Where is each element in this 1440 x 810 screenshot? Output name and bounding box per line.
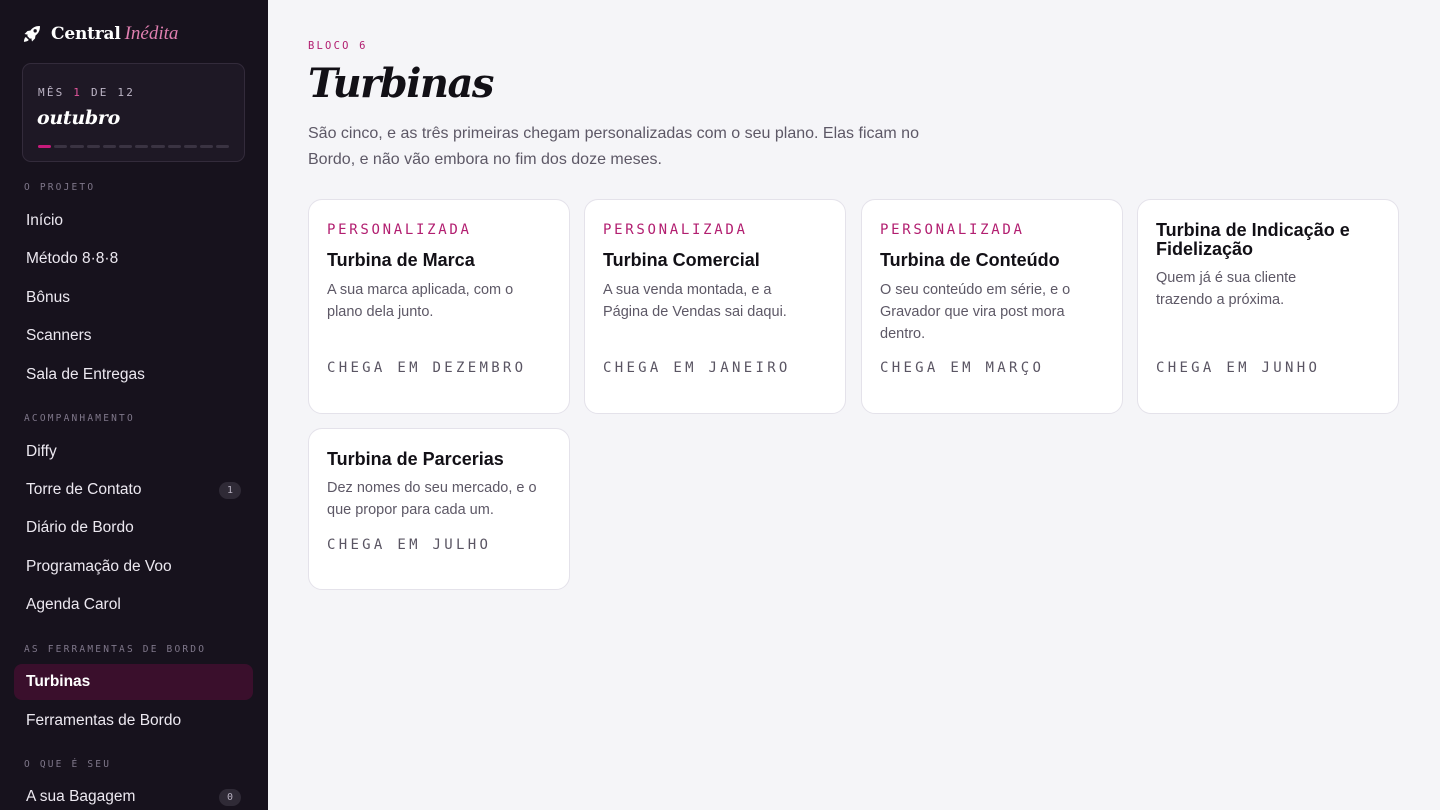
nav-section-acompanhamento: ACOMPANHAMENTO bbox=[24, 413, 135, 424]
nav-item-diario-de-bordo[interactable]: Diário de Bordo bbox=[14, 510, 253, 546]
personalized-tag: PERSONALIZADA bbox=[327, 222, 472, 238]
month-label: MÊS 1 DE 12 bbox=[38, 86, 136, 99]
turbine-card-comercial[interactable]: PERSONALIZADA Turbina Comercial A sua ve… bbox=[584, 199, 846, 414]
progress-segment bbox=[167, 145, 181, 148]
nav-section-ferramentas: AS FERRAMENTAS DE BORDO bbox=[24, 644, 207, 655]
nav-item-agenda-carol[interactable]: Agenda Carol bbox=[14, 587, 253, 623]
arrival-date: CHEGA EM JANEIRO bbox=[603, 360, 791, 376]
card-description: A sua venda montada, e a Página de Venda… bbox=[603, 282, 787, 320]
month-card: MÊS 1 DE 12 outubro bbox=[22, 63, 245, 162]
brand-name: Central bbox=[51, 24, 121, 44]
arrival-date: CHEGA EM JUNHO bbox=[1156, 360, 1321, 376]
progress-segment bbox=[102, 145, 116, 148]
nav-item-bonus[interactable]: Bônus bbox=[14, 280, 253, 316]
nav-item-diffy[interactable]: Diffy bbox=[14, 434, 253, 470]
progress-segment bbox=[135, 145, 149, 148]
progress-segment bbox=[216, 145, 230, 148]
personalized-tag: PERSONALIZADA bbox=[603, 222, 748, 238]
turbine-card-conteudo[interactable]: PERSONALIZADA Turbina de Conteúdo O seu … bbox=[861, 199, 1123, 414]
nav-section-o-que-e-seu: O QUE É SEU bbox=[24, 759, 112, 770]
nav-item-a-sua-bagagem[interactable]: A sua Bagagem 0 bbox=[14, 779, 253, 810]
arrival-date: CHEGA EM DEZEMBRO bbox=[327, 360, 527, 376]
nav-item-metodo-888[interactable]: Método 8·8·8 bbox=[14, 241, 253, 277]
nav-section-o-projeto: O PROJETO bbox=[24, 182, 96, 193]
card-title: Turbina de Indicação e Fidelização bbox=[1156, 220, 1350, 259]
progress-segment bbox=[151, 145, 165, 148]
card-title: Turbina de Parcerias bbox=[327, 449, 504, 469]
notification-badge: 1 bbox=[219, 482, 241, 499]
progress-segment bbox=[38, 145, 52, 148]
page-description: São cinco, e as três primeiras chegam pe… bbox=[308, 125, 919, 168]
card-description: A sua marca aplicada, com o plano dela j… bbox=[327, 282, 514, 320]
progress-segment bbox=[54, 145, 68, 148]
progress-segment bbox=[86, 145, 100, 148]
arrival-date: CHEGA EM JULHO bbox=[327, 537, 492, 553]
turbine-card-marca[interactable]: PERSONALIZADA Turbina de Marca A sua mar… bbox=[308, 199, 570, 414]
nav-item-programacao-de-voo[interactable]: Programação de Voo bbox=[14, 549, 253, 585]
nav-item-torre-de-contato[interactable]: Torre de Contato 1 bbox=[14, 472, 253, 508]
personalized-tag: PERSONALIZADA bbox=[880, 222, 1025, 238]
progress-segment bbox=[70, 145, 84, 148]
card-description: O seu conteúdo em série, e o Gravador qu… bbox=[880, 282, 1071, 342]
progress-segment bbox=[118, 145, 133, 148]
rocket-icon bbox=[23, 26, 40, 42]
nav-item-turbinas[interactable]: Turbinas bbox=[14, 664, 253, 700]
nav-item-sala-de-entregas[interactable]: Sala de Entregas bbox=[14, 357, 253, 393]
progress-segment bbox=[199, 145, 214, 148]
card-title: Turbina de Conteúdo bbox=[880, 250, 1060, 270]
main-content: BLOCO 6 Turbinas São cinco, e as três pr… bbox=[268, 0, 1440, 810]
progress-segment bbox=[183, 145, 197, 148]
card-description: Dez nomes do seu mercado, e o que propor… bbox=[327, 480, 537, 518]
brand-logo[interactable]: Central Inédita bbox=[22, 22, 178, 46]
page-eyebrow: BLOCO 6 bbox=[308, 40, 368, 52]
nav-item-scanners[interactable]: Scanners bbox=[14, 318, 253, 354]
nav-item-ferramentas-de-bordo[interactable]: Ferramentas de Bordo bbox=[14, 703, 253, 739]
card-title: Turbina Comercial bbox=[603, 250, 760, 270]
nav-item-inicio[interactable]: Início bbox=[14, 203, 253, 239]
count-badge: 0 bbox=[219, 789, 241, 806]
month-progress-bar bbox=[38, 145, 230, 148]
month-current: 1 bbox=[73, 86, 83, 99]
brand-accent: Inédita bbox=[124, 23, 179, 44]
card-description: Quem já é sua cliente trazendo a próxima… bbox=[1156, 270, 1297, 308]
card-title: Turbina de Marca bbox=[327, 250, 475, 270]
page-title: Turbinas bbox=[308, 60, 494, 107]
turbine-card-indicacao[interactable]: Turbina de Indicação e Fidelização Quem … bbox=[1137, 199, 1399, 414]
month-name: outubro bbox=[37, 107, 120, 129]
arrival-date: CHEGA EM MARÇO bbox=[880, 360, 1045, 376]
turbine-card-parcerias[interactable]: Turbina de Parcerias Dez nomes do seu me… bbox=[308, 428, 570, 590]
sidebar: Central Inédita MÊS 1 DE 12 outubro O PR… bbox=[0, 0, 268, 810]
